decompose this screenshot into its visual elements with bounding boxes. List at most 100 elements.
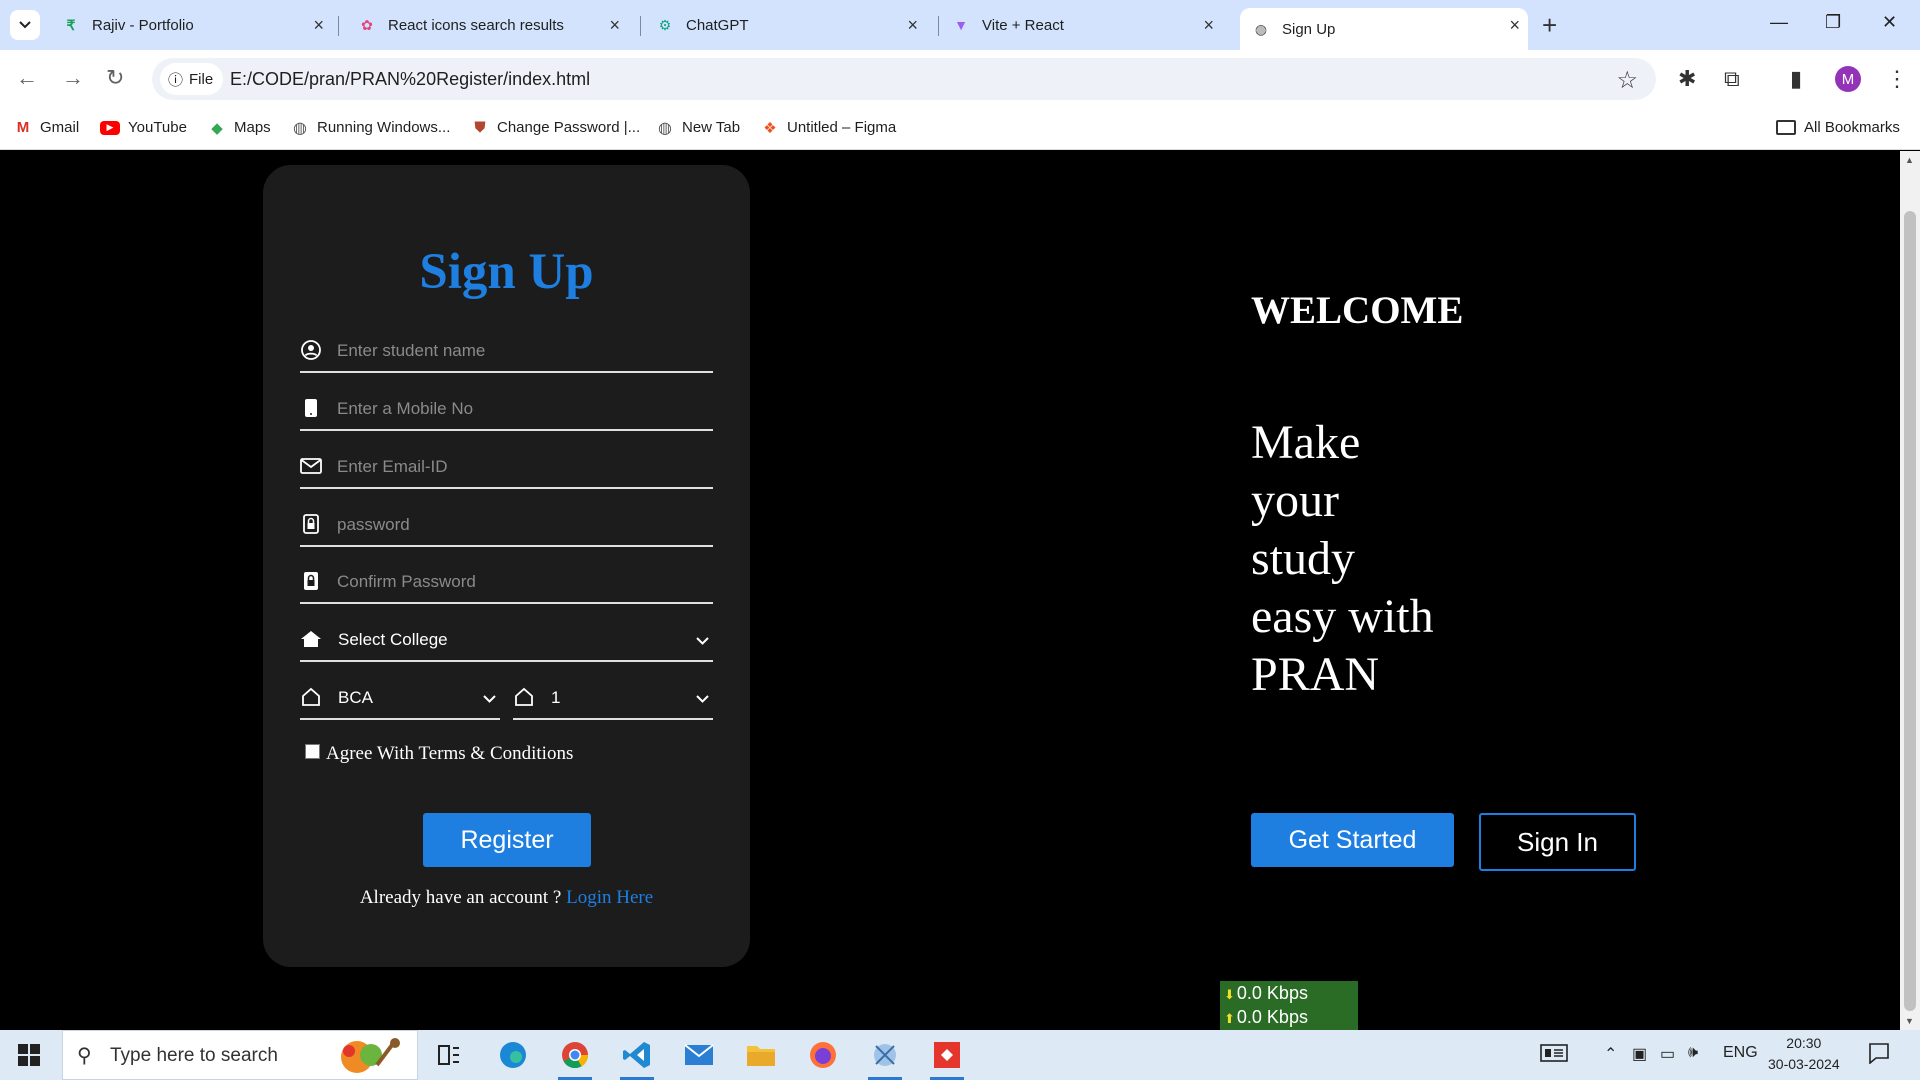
course-select[interactable]: BCA	[300, 672, 500, 720]
year-select[interactable]: 1	[513, 672, 713, 720]
chevron-down-icon[interactable]	[483, 690, 496, 706]
keyboard-layout-icon[interactable]	[1540, 1044, 1568, 1067]
notification-icon[interactable]	[1868, 1042, 1890, 1069]
register-button[interactable]: Register	[423, 813, 591, 867]
bookmark-label: New Tab	[682, 119, 741, 136]
close-icon[interactable]: ×	[609, 16, 620, 34]
terms-label[interactable]: Agree With Terms & Conditions	[326, 743, 573, 765]
reload-button[interactable]: ↻	[106, 67, 124, 89]
user-circle-icon	[300, 339, 322, 361]
tab-search-button[interactable]	[10, 10, 40, 40]
bookmark-label: YouTube	[128, 119, 187, 136]
taskbar-search[interactable]: ⚲ Type here to search	[62, 1030, 418, 1080]
snipping-tool-icon[interactable]	[866, 1038, 904, 1080]
confirm-password-input[interactable]: Confirm Password	[337, 572, 476, 592]
bookmark-change-password[interactable]: ⛊ Change Password |...	[471, 119, 640, 136]
chevron-up-icon[interactable]: ⌃	[1604, 1044, 1617, 1064]
tab-react-icons[interactable]: ✿ React icons search results ×	[358, 8, 628, 42]
figma-icon: ❖	[763, 119, 777, 137]
scroll-down-arrow[interactable]: ▼	[1905, 1016, 1914, 1026]
bookmark-gmail[interactable]: M Gmail	[14, 119, 79, 136]
course-select-value[interactable]: BCA	[338, 688, 373, 708]
home-icon	[300, 686, 322, 708]
language-indicator[interactable]: ENG	[1723, 1044, 1758, 1062]
close-icon[interactable]: ×	[907, 16, 918, 34]
already-text: Already have an account ?	[359, 887, 562, 908]
student-name-input[interactable]: Enter student name	[337, 341, 485, 361]
site-info-chip[interactable]: ⓘ File	[160, 63, 224, 95]
college-select[interactable]: Select College	[300, 614, 713, 662]
url-text[interactable]: E:/CODE/pran/PRAN%20Register/index.html	[230, 69, 590, 90]
terms-checkbox[interactable]	[305, 743, 320, 759]
tab-separator	[338, 16, 339, 36]
profile-avatar[interactable]: M	[1835, 66, 1861, 92]
chevron-down-icon[interactable]	[696, 690, 709, 706]
file-explorer-icon[interactable]	[742, 1038, 780, 1072]
tab-separator	[640, 16, 641, 36]
school-icon	[300, 628, 322, 650]
login-link[interactable]: Login Here	[566, 887, 653, 908]
device-icon[interactable]: ▣	[1632, 1044, 1647, 1064]
tab-portfolio[interactable]: ₹ Rajiv - Portfolio ×	[62, 8, 332, 42]
tab-vite-react[interactable]: ▼ Vite + React ×	[952, 8, 1222, 42]
git-app-icon[interactable]	[928, 1038, 966, 1080]
mail-icon[interactable]	[680, 1038, 718, 1072]
task-view-icon[interactable]	[430, 1038, 468, 1072]
clock-date: 30-03-2024	[1768, 1056, 1840, 1072]
get-started-button[interactable]: Get Started	[1251, 813, 1454, 867]
scroll-up-arrow[interactable]: ▲	[1905, 155, 1914, 165]
sign-in-button[interactable]: Sign In	[1479, 813, 1636, 871]
close-icon[interactable]: ×	[313, 16, 324, 34]
college-select-value[interactable]: Select College	[338, 630, 448, 650]
mobile-field[interactable]: Enter a Mobile No	[300, 383, 713, 431]
windows-start-button[interactable]	[18, 1044, 40, 1071]
tab-sign-up[interactable]: ◍ Sign Up ×	[1240, 8, 1528, 50]
bookmark-maps[interactable]: ◆ Maps	[208, 119, 271, 137]
back-button[interactable]: ←	[16, 67, 38, 89]
scrollbar-thumb[interactable]	[1904, 211, 1916, 1011]
student-name-field[interactable]: Enter student name	[300, 325, 713, 373]
taskbar-search-input[interactable]: Type here to search	[110, 1045, 278, 1067]
year-select-value[interactable]: 1	[551, 688, 560, 708]
mobile-input[interactable]: Enter a Mobile No	[337, 399, 473, 419]
side-panel-icon[interactable]: ▮	[1790, 66, 1802, 92]
restore-button[interactable]: ❐	[1825, 12, 1841, 33]
minimize-button[interactable]: —	[1770, 12, 1788, 33]
new-tab-button[interactable]: +	[1542, 10, 1557, 40]
tab-strip: ₹ Rajiv - Portfolio × ✿ React icons sear…	[0, 0, 1920, 50]
vscode-icon[interactable]	[618, 1038, 656, 1080]
battery-icon[interactable]: ▭	[1660, 1044, 1675, 1064]
bookmark-new-tab[interactable]: ◍ New Tab	[656, 119, 741, 137]
bookmark-running-windows[interactable]: ◍ Running Windows...	[291, 119, 450, 137]
firefox-icon[interactable]	[804, 1038, 842, 1072]
bug-extension-icon[interactable]: ✱	[1678, 66, 1696, 92]
bookmark-star-icon[interactable]: ☆	[1616, 66, 1638, 95]
menu-kebab-icon[interactable]: ⋮	[1886, 66, 1908, 92]
address-bar[interactable]: ⓘ File E:/CODE/pran/PRAN%20Register/inde…	[152, 58, 1656, 100]
page-scrollbar[interactable]: ▲ ▼	[1900, 151, 1920, 1030]
bookmark-youtube[interactable]: ▶ YouTube	[100, 119, 187, 136]
bookmark-figma[interactable]: ❖ Untitled – Figma	[761, 119, 896, 137]
tab-chatgpt[interactable]: ⚙ ChatGPT ×	[656, 8, 926, 42]
extensions-puzzle-icon[interactable]: ⧉	[1724, 66, 1740, 92]
chevron-down-icon[interactable]	[696, 632, 709, 648]
browser-toolbar: ← → ↻ ⓘ File E:/CODE/pran/PRAN%20Registe…	[0, 50, 1920, 108]
home-icon	[513, 686, 535, 708]
bookmark-label: Maps	[234, 119, 271, 136]
edge-icon[interactable]	[494, 1038, 532, 1072]
lock-icon	[300, 570, 322, 592]
chrome-icon[interactable]	[556, 1038, 594, 1080]
password-input[interactable]: password	[337, 515, 410, 535]
system-clock[interactable]: 20:30 30-03-2024	[1768, 1033, 1840, 1075]
network-meter: ⬇ 0.0 Kbps ⬆ 0.0 Kbps	[1220, 981, 1358, 1030]
confirm-password-field[interactable]: Confirm Password	[300, 556, 713, 604]
volume-icon[interactable]: 🕪	[1688, 1044, 1698, 1062]
close-window-button[interactable]: ✕	[1882, 12, 1897, 33]
forward-button[interactable]: →	[62, 67, 84, 89]
close-icon[interactable]: ×	[1509, 16, 1520, 34]
all-bookmarks-folder[interactable]: All Bookmarks	[1776, 119, 1900, 136]
email-field[interactable]: Enter Email-ID	[300, 441, 713, 489]
close-icon[interactable]: ×	[1203, 16, 1214, 34]
password-field[interactable]: password	[300, 499, 713, 547]
email-input[interactable]: Enter Email-ID	[337, 457, 448, 477]
